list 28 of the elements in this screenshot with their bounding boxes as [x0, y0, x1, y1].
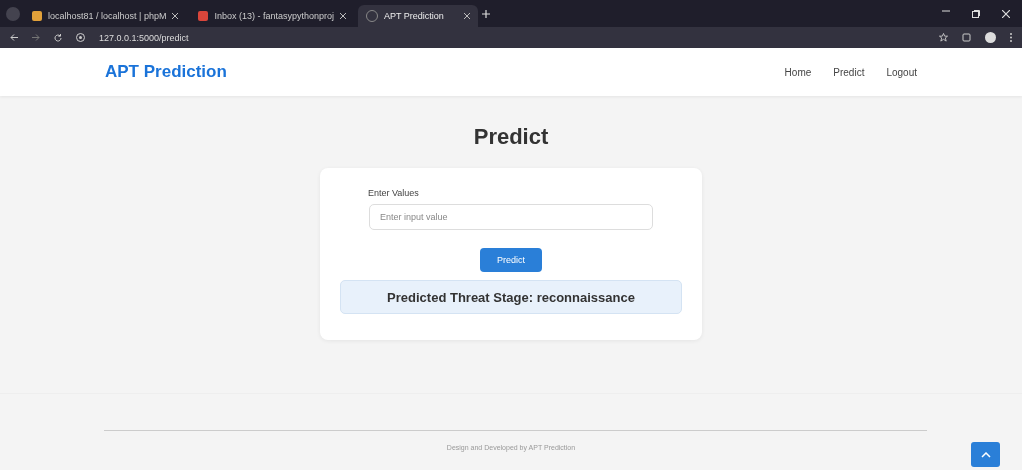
browser-tab[interactable]: localhost81 / localhost | phpM [24, 5, 187, 27]
extensions-icon[interactable] [962, 33, 971, 42]
input-field[interactable]: Enter input value [369, 204, 653, 230]
field-label: Enter Values [368, 188, 419, 198]
new-tab-icon[interactable] [482, 9, 490, 18]
maximize-icon[interactable] [972, 9, 980, 18]
close-tab-icon[interactable] [464, 13, 470, 19]
chevron-up-icon [980, 451, 991, 458]
predict-button[interactable]: Predict [480, 248, 542, 272]
nav-link[interactable]: Home [784, 66, 812, 78]
site-info-icon [76, 33, 85, 42]
browser-tab[interactable]: APT Prediction [358, 5, 478, 27]
result-banner: Predicted Threat Stage: reconnaissance [340, 280, 682, 314]
close-icon[interactable] [1002, 9, 1010, 18]
nav-link[interactable]: Logout [886, 66, 917, 78]
reload-icon[interactable] [54, 33, 62, 42]
nav-link[interactable]: Predict [833, 66, 865, 78]
star-icon[interactable] [939, 33, 948, 42]
address-field[interactable]: 127.0.0.1:5000/predict [99, 32, 189, 43]
browser-tab[interactable]: Inbox (13) - fantasypythonproj [190, 5, 354, 27]
profile-icon[interactable] [985, 32, 996, 43]
page-heading: Predict [473, 124, 549, 150]
back-icon[interactable] [10, 34, 18, 41]
close-tab-icon[interactable] [340, 13, 346, 19]
close-tab-icon[interactable] [172, 13, 179, 19]
brand-title[interactable]: APT Prediction [105, 62, 227, 82]
minimize-icon[interactable] [942, 9, 950, 12]
forward-icon[interactable] [32, 34, 40, 41]
